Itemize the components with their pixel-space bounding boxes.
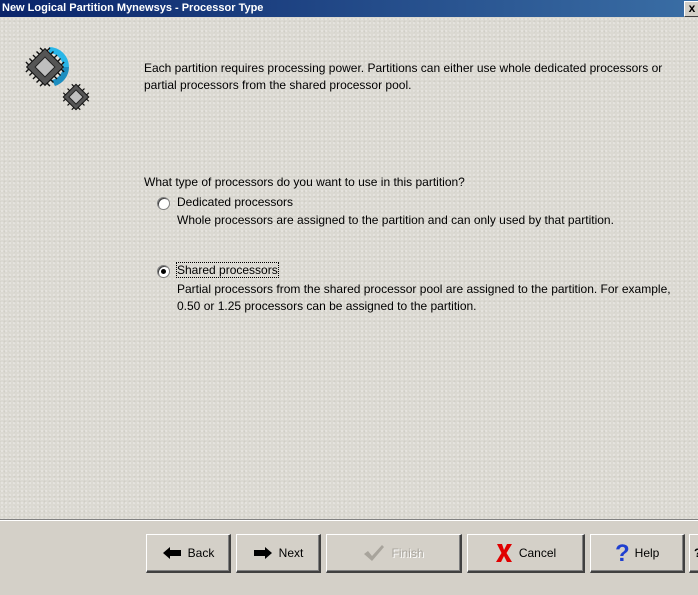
dedicated-processors-radio[interactable] <box>157 197 170 210</box>
question-mark-icon: ? <box>615 542 629 564</box>
window-title-bar[interactable]: New Logical Partition Mynewsys - Process… <box>0 0 698 17</box>
dedicated-processors-description: Whole processors are assigned to the par… <box>177 213 614 227</box>
svg-text:?: ? <box>615 542 629 564</box>
whats-this-label: ? <box>694 546 698 560</box>
dedicated-processors-label[interactable]: Dedicated processors <box>177 195 293 209</box>
shared-processors-label[interactable]: Shared processors <box>176 262 279 278</box>
help-button[interactable]: ? Help <box>590 534 685 573</box>
wizard-content: Each partition requires processing power… <box>0 17 698 519</box>
close-button[interactable]: x <box>684 1 698 17</box>
checkmark-icon <box>363 544 385 562</box>
back-button-label: Back <box>187 546 215 560</box>
shared-processors-radio[interactable] <box>157 265 170 278</box>
next-button-label: Next <box>278 546 304 560</box>
next-button[interactable]: Next <box>236 534 321 573</box>
finish-button[interactable]: Finish <box>326 534 462 573</box>
help-button-label: Help <box>634 546 660 560</box>
wizard-button-bar: Back Next Finish Cancel ? Help ? <box>0 521 698 595</box>
window-title: New Logical Partition Mynewsys - Process… <box>2 2 264 14</box>
whats-this-button[interactable]: ? <box>689 534 698 573</box>
intro-text: Each partition requires processing power… <box>144 61 663 92</box>
cancel-button-label: Cancel <box>518 546 557 560</box>
arrow-right-icon <box>253 546 273 560</box>
cancel-button[interactable]: Cancel <box>467 534 585 573</box>
arrow-left-icon <box>162 546 182 560</box>
processor-chip-icon <box>61 82 91 115</box>
back-button[interactable]: Back <box>146 534 231 573</box>
processor-type-question: What type of processors do you want to u… <box>144 175 465 189</box>
finish-button-label: Finish <box>391 546 424 560</box>
red-x-icon <box>495 543 513 563</box>
shared-processors-description: Partial processors from the shared proce… <box>177 282 671 313</box>
